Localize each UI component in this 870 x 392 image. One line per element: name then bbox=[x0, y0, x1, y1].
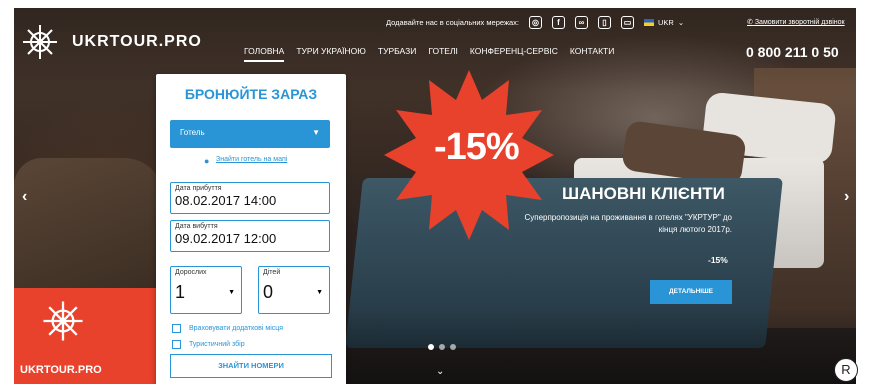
hotline-phone[interactable]: 0 800 211 0 50 bbox=[746, 44, 839, 60]
departure-value: 09.02.2017 12:00 bbox=[175, 231, 277, 246]
caret-down-icon: ▼ bbox=[312, 128, 320, 137]
arrival-date-field[interactable]: Дата прибуття 08.02.2017 14:00 bbox=[170, 182, 330, 214]
callback-link[interactable]: ✆ Замовити зворотній дзвінок bbox=[747, 18, 845, 26]
gallery-icon[interactable]: ▭ bbox=[621, 16, 634, 29]
booking-panel: БРОНЮЙТЕ ЗАРАЗ Готель ▼ ● Знайти готель … bbox=[156, 74, 346, 384]
language-selector[interactable]: UKR ⌄ bbox=[644, 18, 684, 27]
corner-brand-name: UKRTOUR.PRO bbox=[20, 364, 102, 376]
main-nav: ГОЛОВНА ТУРИ УКРАЇНОЮ ТУРБАЗИ ГОТЕЛІ КОН… bbox=[244, 46, 614, 62]
social-label: Додавайте нас в соціальних мережах: bbox=[386, 18, 519, 27]
find-rooms-button[interactable]: ЗНАЙТИ НОМЕРИ bbox=[170, 354, 332, 378]
brand-name: UKRTOUR.PRO bbox=[72, 33, 202, 50]
nav-item-tours[interactable]: ТУРИ УКРАЇНОЮ bbox=[296, 46, 366, 62]
details-button[interactable]: ДЕТАЛЬНІШЕ bbox=[650, 280, 732, 304]
nav-item-hotels[interactable]: ГОТЕЛІ bbox=[428, 46, 458, 62]
booking-title: БРОНЮЙТЕ ЗАРАЗ bbox=[184, 86, 318, 102]
children-label: Дітей bbox=[263, 269, 281, 276]
tourist-fee-label: Туристичний збір bbox=[189, 341, 245, 348]
checkbox-icon bbox=[172, 340, 181, 349]
ship-wheel-icon bbox=[18, 20, 62, 64]
children-select[interactable]: Дітей 0 ▼ bbox=[258, 266, 330, 314]
scroll-down-icon[interactable]: ⌄ bbox=[436, 366, 444, 377]
hero-slider: UKRTOUR.PRO Додавайте нас в соціальних м… bbox=[14, 8, 856, 384]
phone-icon: ✆ bbox=[747, 19, 753, 26]
social-bar: Додавайте нас в соціальних мережах: ◎ f … bbox=[386, 16, 684, 29]
nav-item-contacts[interactable]: КОНТАКТИ bbox=[570, 46, 614, 62]
nav-item-conference[interactable]: КОНФЕРЕНЦ-СЕРВІС bbox=[470, 46, 558, 62]
extra-places-label: Враховувати додаткові місця bbox=[189, 325, 284, 332]
arrival-label: Дата прибуття bbox=[175, 185, 222, 192]
extra-places-checkbox[interactable]: Враховувати додаткові місця bbox=[172, 324, 283, 333]
ship-wheel-icon bbox=[40, 298, 86, 344]
nav-item-bases[interactable]: ТУРБАЗИ bbox=[378, 46, 416, 62]
hotel-select[interactable]: Готель ▼ bbox=[170, 120, 330, 148]
promo-subline: Суперпропозиція на проживання в готелях … bbox=[524, 213, 732, 234]
registered-mark-icon: R bbox=[834, 358, 858, 382]
departure-label: Дата вибуття bbox=[175, 223, 218, 230]
slider-dot[interactable] bbox=[450, 344, 456, 350]
phone-app-icon[interactable]: ▯ bbox=[598, 16, 611, 29]
nav-item-home[interactable]: ГОЛОВНА bbox=[244, 46, 285, 62]
facebook-icon[interactable]: f bbox=[552, 16, 565, 29]
slider-next-arrow-icon[interactable]: › bbox=[844, 188, 849, 206]
discount-badge-text: -15% bbox=[434, 126, 520, 168]
callback-label: Замовити зворотній дзвінок bbox=[754, 19, 845, 26]
ukraine-flag-icon bbox=[644, 19, 654, 26]
corner-brand-block: UKRTOUR.PRO bbox=[14, 288, 156, 384]
promo-headline: ШАНОВНІ КЛІЄНТИ bbox=[562, 184, 725, 203]
checkbox-icon bbox=[172, 324, 181, 333]
slider-dot[interactable] bbox=[428, 344, 434, 350]
tourist-fee-checkbox[interactable]: Туристичний збір bbox=[172, 340, 245, 349]
tripadvisor-icon[interactable]: ∞ bbox=[575, 16, 588, 29]
hotel-select-value: Готель bbox=[180, 128, 205, 137]
slider-prev-arrow-icon[interactable]: ‹ bbox=[22, 188, 27, 206]
caret-down-icon: ▼ bbox=[228, 289, 235, 296]
map-link[interactable]: Знайти готель на мапі bbox=[216, 156, 287, 163]
chevron-down-icon: ⌄ bbox=[677, 18, 685, 27]
brand-logo[interactable]: UKRTOUR.PRO bbox=[18, 20, 202, 64]
departure-date-field[interactable]: Дата вибуття 09.02.2017 12:00 bbox=[170, 220, 330, 252]
map-pin-icon: ● bbox=[204, 156, 210, 166]
arrival-value: 08.02.2017 14:00 bbox=[175, 193, 277, 208]
slider-dot[interactable] bbox=[439, 344, 445, 350]
promo-discount: -15% bbox=[708, 255, 728, 265]
instagram-icon[interactable]: ◎ bbox=[529, 16, 542, 29]
language-label: UKR bbox=[658, 18, 674, 27]
caret-down-icon: ▼ bbox=[316, 289, 323, 296]
adults-label: Дорослих bbox=[175, 269, 207, 276]
adults-select[interactable]: Дорослих 1 ▼ bbox=[170, 266, 242, 314]
slider-dots bbox=[428, 344, 456, 350]
